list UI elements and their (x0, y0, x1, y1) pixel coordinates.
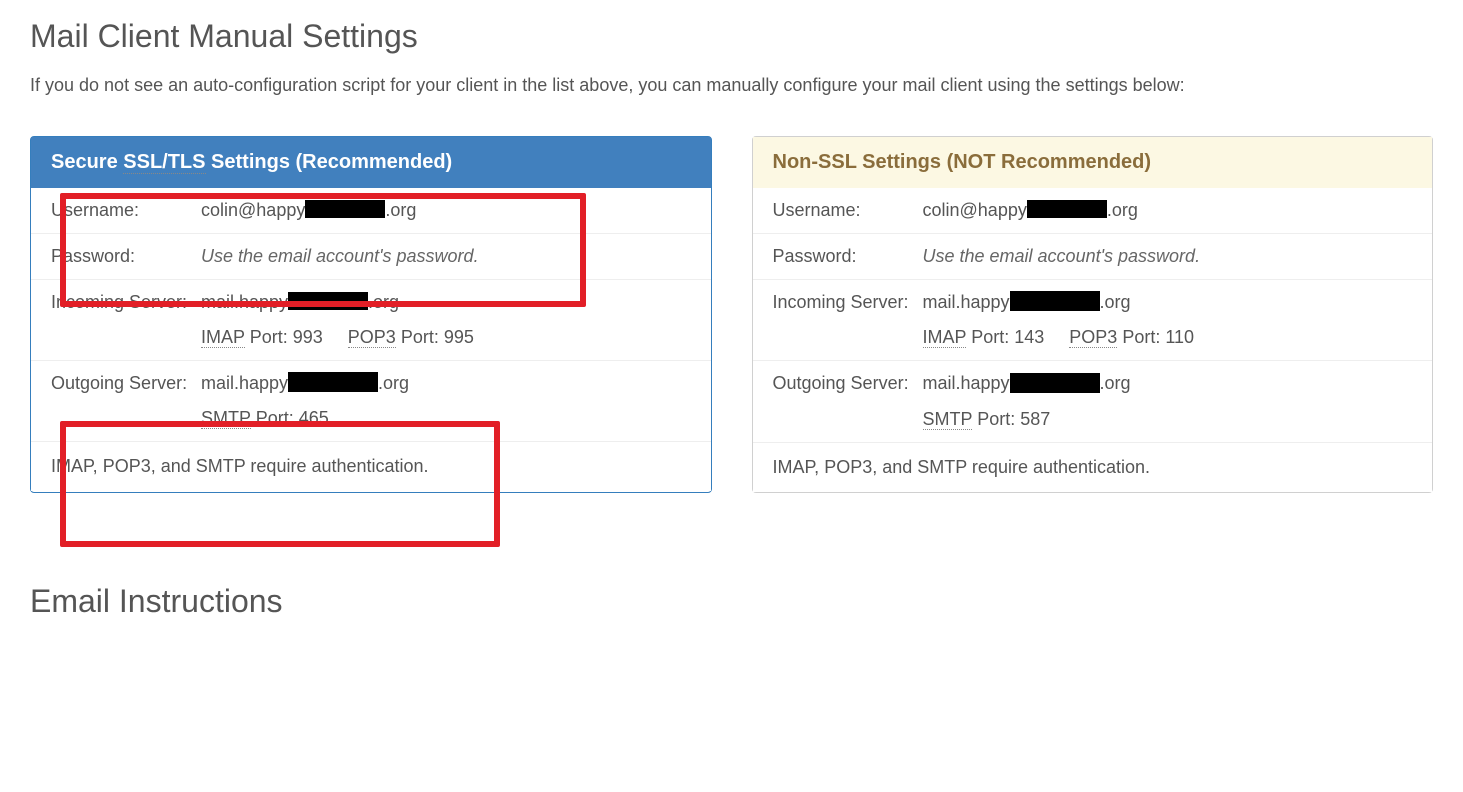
intro-text: If you do not see an auto-configuration … (30, 75, 1433, 96)
page-title: Mail Client Manual Settings (30, 18, 1433, 55)
nonssl-outgoing-value: mail.happy.org SMTP Port: 587 (923, 373, 1413, 429)
ssl-password-value: Use the email account's password. (201, 246, 691, 267)
ssl-incoming-row: Incoming Server: mail.happy.org IMAP Por… (31, 280, 711, 361)
ssl-outgoing-value: mail.happy.org SMTP Port: 465 (201, 373, 691, 429)
settings-panels: Secure SSL/TLS Settings (Recommended) Us… (30, 136, 1433, 493)
nonssl-username-value: colin@happy.org (923, 200, 1413, 221)
ssl-outgoing-row: Outgoing Server: mail.happy.org SMTP Por… (31, 361, 711, 442)
incoming-label: Incoming Server: (51, 292, 201, 313)
username-label: Username: (51, 200, 201, 221)
password-label: Password: (51, 246, 201, 267)
nonssl-password-row: Password: Use the email account's passwo… (753, 234, 1433, 280)
nonssl-incoming-value: mail.happy.org IMAP Port: 143 POP3 Port:… (923, 292, 1413, 348)
ssl-username-row: Username: colin@happy.org (31, 188, 711, 234)
email-instructions-title: Email Instructions (30, 583, 1433, 620)
ssl-password-row: Password: Use the email account's passwo… (31, 234, 711, 280)
ssl-panel: Secure SSL/TLS Settings (Recommended) Us… (30, 136, 712, 493)
ssl-panel-header: Secure SSL/TLS Settings (Recommended) (31, 137, 711, 188)
ssl-username-value: colin@happy.org (201, 200, 691, 221)
nonssl-auth-note: IMAP, POP3, and SMTP require authenticat… (753, 443, 1433, 492)
nonssl-password-value: Use the email account's password. (923, 246, 1413, 267)
ssl-auth-note: IMAP, POP3, and SMTP require authenticat… (31, 442, 711, 491)
nonssl-panel: Non-SSL Settings (NOT Recommended) Usern… (752, 136, 1434, 493)
nonssl-username-row: Username: colin@happy.org (753, 188, 1433, 234)
nonssl-outgoing-row: Outgoing Server: mail.happy.org SMTP Por… (753, 361, 1433, 442)
outgoing-label: Outgoing Server: (51, 373, 201, 394)
nonssl-incoming-row: Incoming Server: mail.happy.org IMAP Por… (753, 280, 1433, 361)
nonssl-panel-header: Non-SSL Settings (NOT Recommended) (753, 137, 1433, 188)
ssl-incoming-value: mail.happy.org IMAP Port: 993 POP3 Port:… (201, 292, 691, 348)
